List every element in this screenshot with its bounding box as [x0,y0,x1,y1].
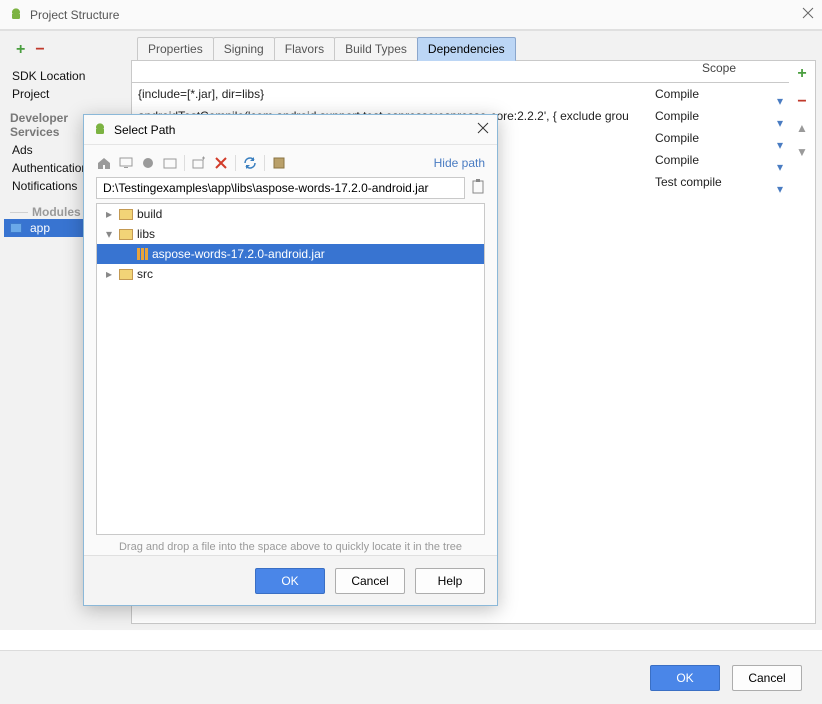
close-icon[interactable] [802,7,814,22]
scope-value: Compile [655,109,699,123]
hide-path-link[interactable]: Hide path [434,156,485,170]
modal-bottom-bar: OK Cancel Help [84,555,497,605]
window-titlebar: Project Structure [0,0,822,30]
tree-label: src [137,267,153,281]
ok-button[interactable]: OK [650,665,720,691]
chevron-down-icon[interactable]: ▾ [777,138,783,152]
dependency-row[interactable]: {include=[*.jar], dir=libs} Compile ▾ [132,83,789,105]
history-icon[interactable] [471,179,485,198]
dependencies-side-toolbar: + − ▲ ▼ [789,61,815,623]
remove-dependency-icon[interactable]: − [797,93,806,111]
show-hidden-icon[interactable] [271,155,287,171]
tab-dependencies[interactable]: Dependencies [417,37,516,61]
project-icon[interactable] [140,155,156,171]
modal-title: Select Path [114,123,175,137]
chevron-down-icon[interactable]: ▾ [777,160,783,174]
window-title: Project Structure [30,8,119,22]
help-button[interactable]: Help [415,568,485,594]
tree-item-selected-jar[interactable]: aspose-words-17.2.0-android.jar [97,244,484,264]
new-folder-icon[interactable] [191,155,207,171]
android-icon [8,7,24,23]
expand-icon[interactable]: ▸ [103,207,115,221]
tabbar: Properties Signing Flavors Build Types D… [137,37,816,61]
remove-icon[interactable]: − [35,41,44,59]
delete-icon[interactable] [213,155,229,171]
ok-button[interactable]: OK [255,568,325,594]
jar-icon [137,248,148,260]
sidebar-item-sdk[interactable]: SDK Location [10,67,119,85]
module-folder-icon[interactable] [162,155,178,171]
close-icon[interactable] [477,122,489,137]
chevron-down-icon[interactable]: ▾ [777,94,783,108]
modal-body: Hide path ▸ build ▾ libs aspose-words-17… [84,145,497,555]
tree-label: libs [137,227,155,241]
tab-flavors[interactable]: Flavors [274,37,335,61]
module-label: app [30,221,50,235]
scope-value: Compile [655,87,699,101]
tab-properties[interactable]: Properties [137,37,214,61]
file-tree[interactable]: ▸ build ▾ libs aspose-words-17.2.0-andro… [96,203,485,535]
tab-signing[interactable]: Signing [213,37,275,61]
expand-icon[interactable]: ▸ [103,267,115,281]
cancel-button[interactable]: Cancel [335,568,405,594]
tree-item-libs[interactable]: ▾ libs [97,224,484,244]
move-down-icon[interactable]: ▼ [796,145,808,159]
tree-item-build[interactable]: ▸ build [97,204,484,224]
sidebar-toolbar: + − [10,41,119,59]
refresh-icon[interactable] [242,155,258,171]
tree-item-src[interactable]: ▸ src [97,264,484,284]
scope-value: Compile [655,153,699,167]
add-dependency-icon[interactable]: + [797,65,806,83]
desktop-icon[interactable] [118,155,134,171]
add-icon[interactable]: + [16,41,25,59]
tree-label: aspose-words-17.2.0-android.jar [152,247,325,261]
drop-hint: Drag and drop a file into the space abov… [96,541,485,553]
tree-label: build [137,207,162,221]
tab-buildtypes[interactable]: Build Types [334,37,418,61]
path-toolbar: Hide path [96,155,485,171]
cancel-button[interactable]: Cancel [732,665,802,691]
folder-icon [119,209,133,220]
android-icon [92,122,108,138]
modal-titlebar: Select Path [84,115,497,145]
home-icon[interactable] [96,155,112,171]
chevron-down-icon[interactable]: ▾ [777,116,783,130]
scope-header: Scope [649,61,789,82]
select-path-dialog: Select Path Hide path [83,114,498,606]
scope-value: Test compile [655,175,722,189]
sidebar-item-project[interactable]: Project [10,85,119,103]
dialog-bottom-bar: OK Cancel [0,650,822,704]
chevron-down-icon[interactable]: ▾ [777,182,783,196]
scope-value: Compile [655,131,699,145]
module-icon [10,223,22,233]
dependencies-header: Scope [132,61,789,83]
folder-icon [119,229,133,240]
dependency-text: {include=[*.jar], dir=libs} [132,87,649,101]
folder-icon [119,269,133,280]
path-input[interactable] [96,177,465,199]
collapse-icon[interactable]: ▾ [103,227,115,241]
path-row [96,177,485,199]
move-up-icon[interactable]: ▲ [796,121,808,135]
